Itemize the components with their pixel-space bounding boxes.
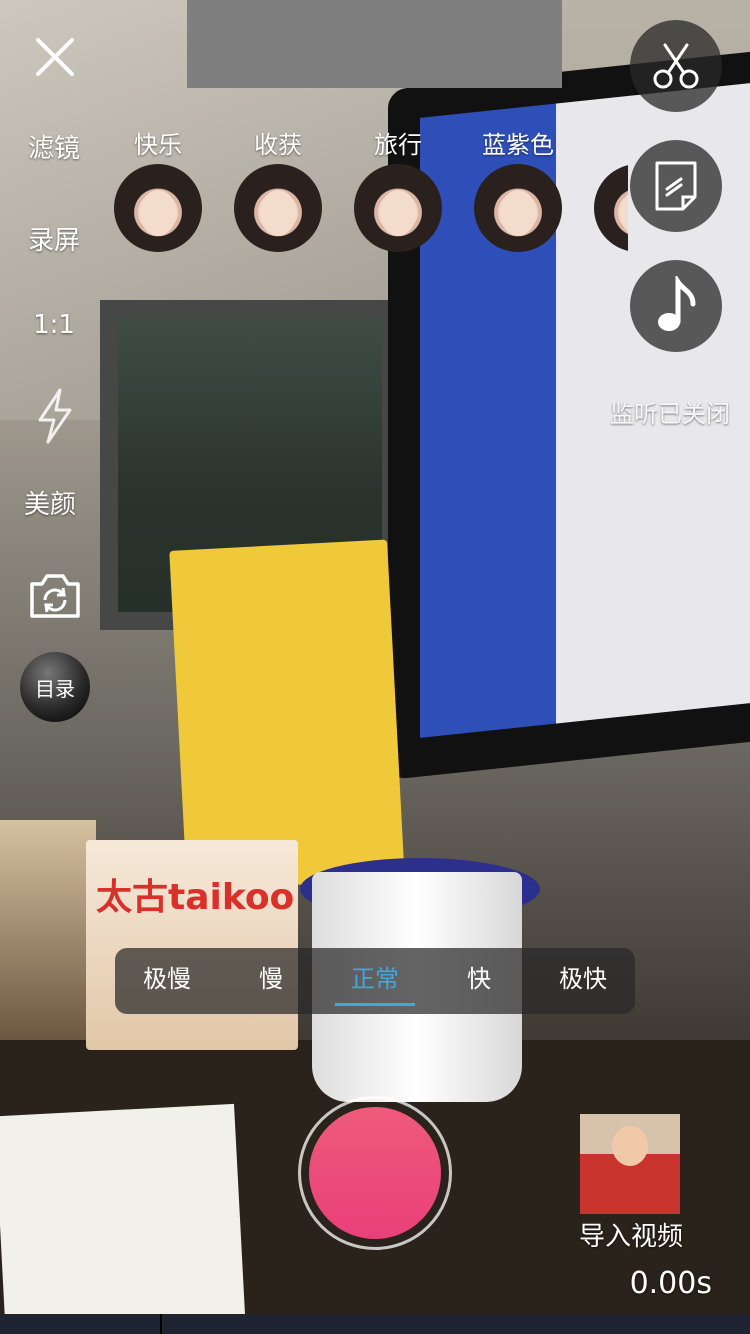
lightning-icon[interactable] (34, 388, 76, 444)
music-button[interactable] (630, 260, 722, 352)
cut-button[interactable] (630, 20, 722, 112)
background-tea-box: 太古taikoo (86, 840, 298, 1050)
speed-option-very-fast[interactable]: 极快 (541, 948, 625, 1014)
filter-thumbnail (234, 164, 322, 252)
monitor-status-text: 监听已关闭 (610, 400, 730, 428)
aspect-ratio-button[interactable]: 1:1 (0, 310, 108, 340)
import-video-thumbnail[interactable] (580, 1114, 680, 1214)
filter-menu-label[interactable]: 滤镜 (0, 128, 108, 165)
filter-name: 蓝紫色 (482, 131, 554, 159)
face-image (620, 190, 628, 236)
background-calendar (169, 539, 405, 891)
record-screen-button[interactable]: 录屏 (0, 220, 108, 257)
filter-thumbnail (594, 164, 628, 252)
face-image (500, 190, 536, 236)
filter-item-travel[interactable]: 旅行 (348, 130, 448, 252)
filter-name: 收获 (254, 131, 302, 159)
filter-item-blue-purple[interactable]: 蓝紫色 (468, 130, 568, 252)
filter-name: 快乐 (134, 131, 182, 159)
progress-marker (160, 1314, 162, 1334)
import-video-button[interactable]: 导入视频 (566, 1216, 696, 1253)
speed-option-normal[interactable]: 正常 (335, 948, 415, 1014)
speed-option-slow[interactable]: 慢 (229, 948, 313, 1014)
filter-thumbnail (474, 164, 562, 252)
record-timer: 0.00s (629, 1266, 712, 1301)
record-progress-bar (0, 1314, 750, 1334)
close-icon[interactable] (32, 34, 78, 80)
top-gray-bar (187, 0, 562, 88)
filter-name: 旅行 (374, 131, 422, 159)
filter-item-partial[interactable] (588, 130, 628, 252)
beauty-button[interactable]: 美颜 (0, 484, 104, 521)
face-image (140, 190, 176, 236)
speed-option-very-slow[interactable]: 极慢 (125, 948, 209, 1014)
filter-item-harvest[interactable]: 收获 (228, 130, 328, 252)
selected-underline (335, 1003, 415, 1006)
catalog-button[interactable]: 目录 (20, 652, 90, 722)
filter-item-happy[interactable]: 快乐 (108, 130, 208, 252)
note-button[interactable] (630, 140, 722, 232)
tea-box-brand: 太古taikoo (96, 877, 295, 918)
speed-selector: 极慢 慢 正常 快 极快 (115, 948, 635, 1014)
record-button-inner (309, 1107, 441, 1239)
scissors-icon (653, 43, 699, 89)
record-button[interactable] (298, 1096, 452, 1250)
face-image (380, 190, 416, 236)
filter-thumbnail (114, 164, 202, 252)
camera-switch-icon[interactable] (28, 570, 82, 620)
background-notebook (0, 1103, 246, 1334)
kid-face-image (612, 1126, 648, 1166)
note-icon (655, 161, 697, 211)
music-note-icon (658, 276, 696, 331)
speed-option-normal-label: 正常 (351, 965, 399, 993)
speed-option-fast[interactable]: 快 (437, 948, 521, 1014)
face-image (260, 190, 296, 236)
filter-thumbnail (354, 164, 442, 252)
